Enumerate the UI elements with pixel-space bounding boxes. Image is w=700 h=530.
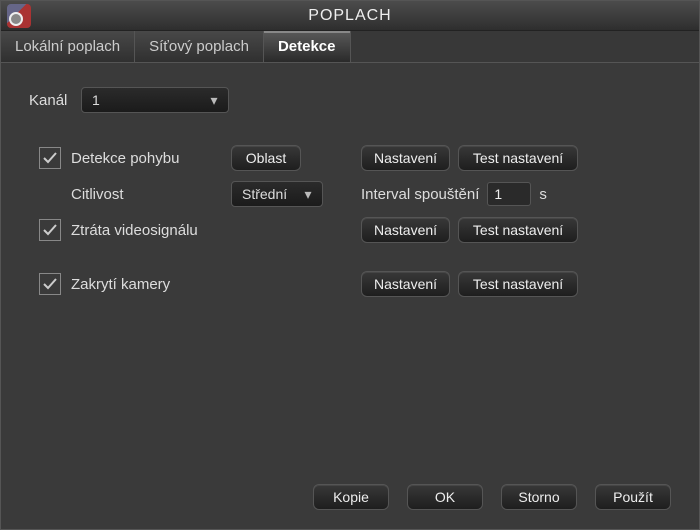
cover-checkbox[interactable] [39, 273, 61, 295]
videoloss-settings-button[interactable]: Nastavení [361, 217, 450, 243]
videoloss-test-button[interactable]: Test nastavení [458, 217, 578, 243]
tab-local-alarm[interactable]: Lokální poplach [1, 31, 135, 62]
cover-row: Zakrytí kamery Nastavení Test nastavení [29, 271, 671, 297]
channel-select[interactable]: 1 ▾ [81, 87, 229, 113]
footer: Kopie OK Storno Použít [1, 479, 699, 529]
app-icon [7, 4, 31, 28]
window-title: POPLACH [1, 7, 699, 25]
channel-value: 1 [92, 92, 100, 108]
alarm-window: POPLACH Lokální poplach Síťový poplach D… [0, 0, 700, 530]
sensitivity-row: Citlivost Střední ▾ Interval spouštění s [29, 181, 671, 207]
cover-settings-button[interactable]: Nastavení [361, 271, 450, 297]
chevron-down-icon: ▾ [206, 92, 222, 109]
sensitivity-label: Citlivost [71, 186, 231, 203]
cancel-button[interactable]: Storno [501, 484, 577, 510]
tab-label: Lokální poplach [15, 38, 120, 55]
cover-test-button[interactable]: Test nastavení [458, 271, 578, 297]
tabs: Lokální poplach Síťový poplach Detekce [1, 31, 699, 63]
motion-label: Detekce pohybu [71, 150, 231, 167]
check-icon [42, 222, 58, 238]
check-icon [42, 150, 58, 166]
apply-button[interactable]: Použít [595, 484, 671, 510]
cover-label: Zakrytí kamery [71, 276, 361, 293]
interval-input[interactable] [487, 182, 531, 206]
motion-test-button[interactable]: Test nastavení [458, 145, 578, 171]
sensitivity-select[interactable]: Střední ▾ [231, 181, 323, 207]
motion-row: Detekce pohybu Oblast Nastavení Test nas… [29, 145, 671, 171]
ok-button[interactable]: OK [407, 484, 483, 510]
videoloss-checkbox[interactable] [39, 219, 61, 241]
motion-checkbox[interactable] [39, 147, 61, 169]
interval-unit: s [539, 186, 547, 203]
channel-row: Kanál 1 ▾ [29, 87, 671, 113]
content-area: Kanál 1 ▾ Detekce pohybu Oblast [1, 63, 699, 479]
tab-label: Síťový poplach [149, 38, 249, 55]
videoloss-label: Ztráta videosignálu [71, 222, 361, 239]
tab-detection[interactable]: Detekce [264, 31, 351, 62]
channel-label: Kanál [29, 92, 81, 109]
motion-area-button[interactable]: Oblast [231, 145, 301, 171]
chevron-down-icon: ▾ [300, 186, 316, 203]
interval-label: Interval spouštění [361, 186, 479, 203]
titlebar: POPLACH [1, 1, 699, 31]
sensitivity-value: Střední [242, 186, 287, 202]
tab-label: Detekce [278, 38, 336, 55]
tab-network-alarm[interactable]: Síťový poplach [135, 31, 264, 62]
motion-settings-button[interactable]: Nastavení [361, 145, 450, 171]
videoloss-row: Ztráta videosignálu Nastavení Test nasta… [29, 217, 671, 243]
copy-button[interactable]: Kopie [313, 484, 389, 510]
check-icon [42, 276, 58, 292]
